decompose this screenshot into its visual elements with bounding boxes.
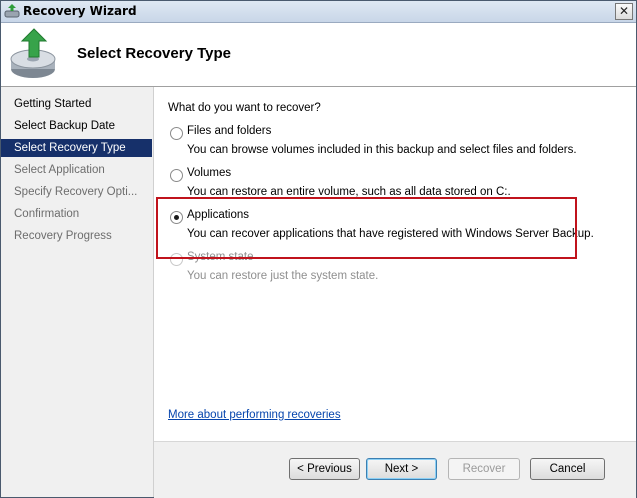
page-title: Select Recovery Type [77,45,231,62]
close-icon: ✕ [618,4,630,18]
wizard-steps-sidebar: Getting Started Select Backup Date Selec… [1,87,154,497]
wizard-header: Select Recovery Type [1,23,636,87]
volumes-label[interactable]: Volumes [187,167,231,179]
step-getting-started[interactable]: Getting Started [1,95,152,113]
close-button[interactable]: ✕ [615,3,633,20]
wizard-content: What do you want to recover? Files and f… [154,87,636,497]
volumes-radio[interactable] [170,169,183,182]
wizard-footer: < Previous Next > Recover Cancel [154,441,636,498]
step-recovery-progress: Recovery Progress [14,230,112,242]
system-state-description: You can restore just the system state. [187,270,379,282]
wizard-app-icon [4,4,20,18]
step-select-backup-date[interactable]: Select Backup Date [1,117,152,135]
title-bar[interactable]: Recovery Wizard ✕ [1,1,636,23]
next-button[interactable]: Next > [366,458,437,480]
previous-button[interactable]: < Previous [289,458,360,480]
help-link[interactable]: More about performing recoveries [168,409,341,421]
files-and-folders-label[interactable]: Files and folders [187,125,271,137]
files-and-folders-radio[interactable] [170,127,183,140]
recovery-question: What do you want to recover? [168,102,321,114]
step-specify-recovery-options: Specify Recovery Opti... [14,186,138,198]
window-title: Recovery Wizard [23,4,137,18]
recovery-wizard-window: Recovery Wizard ✕ Select Recovery Type G… [0,0,637,498]
recover-button: Recover [448,458,520,480]
backup-restore-disk-icon [10,28,56,78]
step-select-application: Select Application [14,164,105,176]
step-select-recovery-type[interactable]: Select Recovery Type [1,139,152,157]
files-and-folders-description: You can browse volumes included in this … [187,144,577,156]
step-confirmation: Confirmation [14,208,80,220]
applications-highlight-box [156,197,577,259]
cancel-button[interactable]: Cancel [530,458,605,480]
